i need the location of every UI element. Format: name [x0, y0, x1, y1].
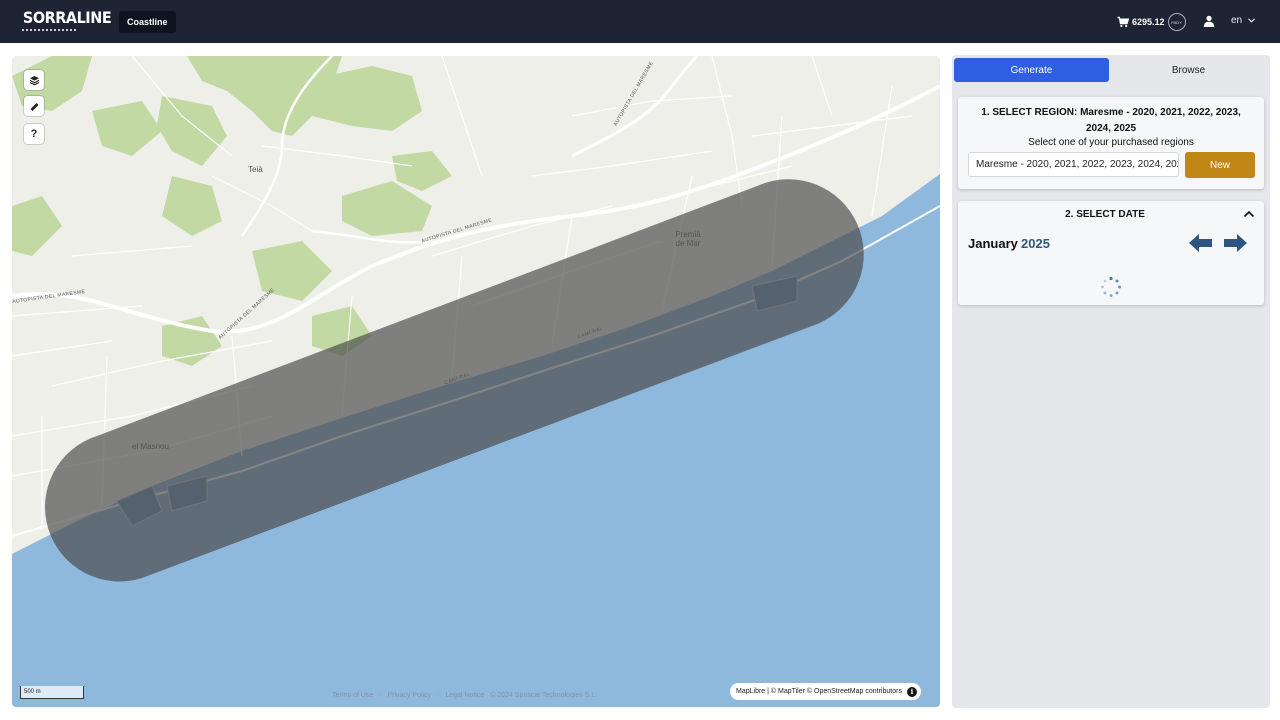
tab-generate[interactable]: Generate — [954, 58, 1109, 82]
region-subtitle: Select one of your purchased regions — [1028, 137, 1194, 148]
region-select[interactable]: Maresme - 2020, 2021, 2022, 2023, 2024, … — [968, 152, 1179, 177]
footer-separator: - — [437, 692, 440, 699]
logo-text: SORRALINE — [22, 8, 112, 27]
cart-icon — [1117, 16, 1129, 28]
sorraline-logo[interactable]: SORRALINE — [20, 8, 112, 34]
privacy-link[interactable]: Privacy Policy — [387, 692, 431, 699]
map-canvas[interactable] — [12, 56, 940, 707]
map-view[interactable]: ? Teià Premià de Mar el Masnou AUTOPISTA… — [12, 56, 940, 707]
attribution-text: MapLibre | © MapTiler © OpenStreetMap co… — [736, 688, 902, 695]
logo-underline — [22, 29, 76, 31]
layers-button[interactable] — [24, 70, 44, 90]
nav-coastline[interactable]: Coastline — [119, 11, 176, 33]
user-icon[interactable] — [1203, 15, 1215, 27]
terms-link[interactable]: Terms of Use — [332, 692, 373, 699]
date-month: January — [968, 236, 1018, 251]
map-attribution: MapLibre | © MapTiler © OpenStreetMap co… — [730, 683, 921, 700]
select-date-card: 2. SELECT DATE January 2025 — [958, 201, 1264, 305]
help-button[interactable]: ? — [24, 124, 44, 144]
info-icon[interactable]: i — [906, 686, 917, 697]
arrow-left-icon[interactable] — [1188, 232, 1213, 254]
ruler-icon — [30, 102, 38, 111]
place-label-teia: Teià — [248, 165, 263, 174]
panel-tabs: Generate Browse — [954, 58, 1266, 82]
region-title: 1. SELECT REGION: Maresme - 2020, 2021, … — [981, 107, 1241, 134]
tab-browse[interactable]: Browse — [1111, 58, 1266, 82]
place-label-masnou: el Masnou — [132, 442, 169, 451]
top-bar: SORRALINE Coastline 6295.12 PADY en — [0, 0, 1280, 43]
date-title: 2. SELECT DATE — [1065, 209, 1145, 220]
date-year: 2025 — [1021, 236, 1050, 251]
credit-badge: PADY — [1167, 13, 1186, 31]
select-region-card: 1. SELECT REGION: Maresme - 2020, 2021, … — [958, 97, 1264, 189]
place-label-premia: Premià de Mar — [675, 230, 701, 248]
help-icon: ? — [30, 128, 38, 140]
new-region-button[interactable]: New — [1185, 152, 1255, 178]
arrow-right-icon[interactable] — [1223, 232, 1248, 254]
chevron-down-icon — [1248, 18, 1256, 23]
loading-spinner-icon — [1101, 276, 1121, 297]
side-panel: Generate Browse 1. SELECT REGION: Maresm… — [952, 55, 1270, 708]
chevron-up-icon[interactable] — [1243, 209, 1255, 219]
measure-button[interactable] — [24, 96, 44, 116]
credits-value: 6295.12 — [1132, 17, 1165, 27]
credits-display[interactable]: 6295.12 PADY — [1117, 12, 1186, 32]
language-label: en — [1231, 15, 1243, 26]
map-footer: Terms of Use - Privacy Policy - Legal No… — [332, 692, 601, 699]
language-selector[interactable]: en — [1231, 15, 1256, 26]
copyright-text: © 2024 Spascat Technologies S.L. — [490, 692, 598, 699]
legal-link[interactable]: Legal Notice — [445, 692, 484, 699]
footer-separator: - — [379, 692, 382, 699]
scale-bar: 500 m — [20, 686, 84, 699]
layers-icon — [29, 75, 39, 85]
